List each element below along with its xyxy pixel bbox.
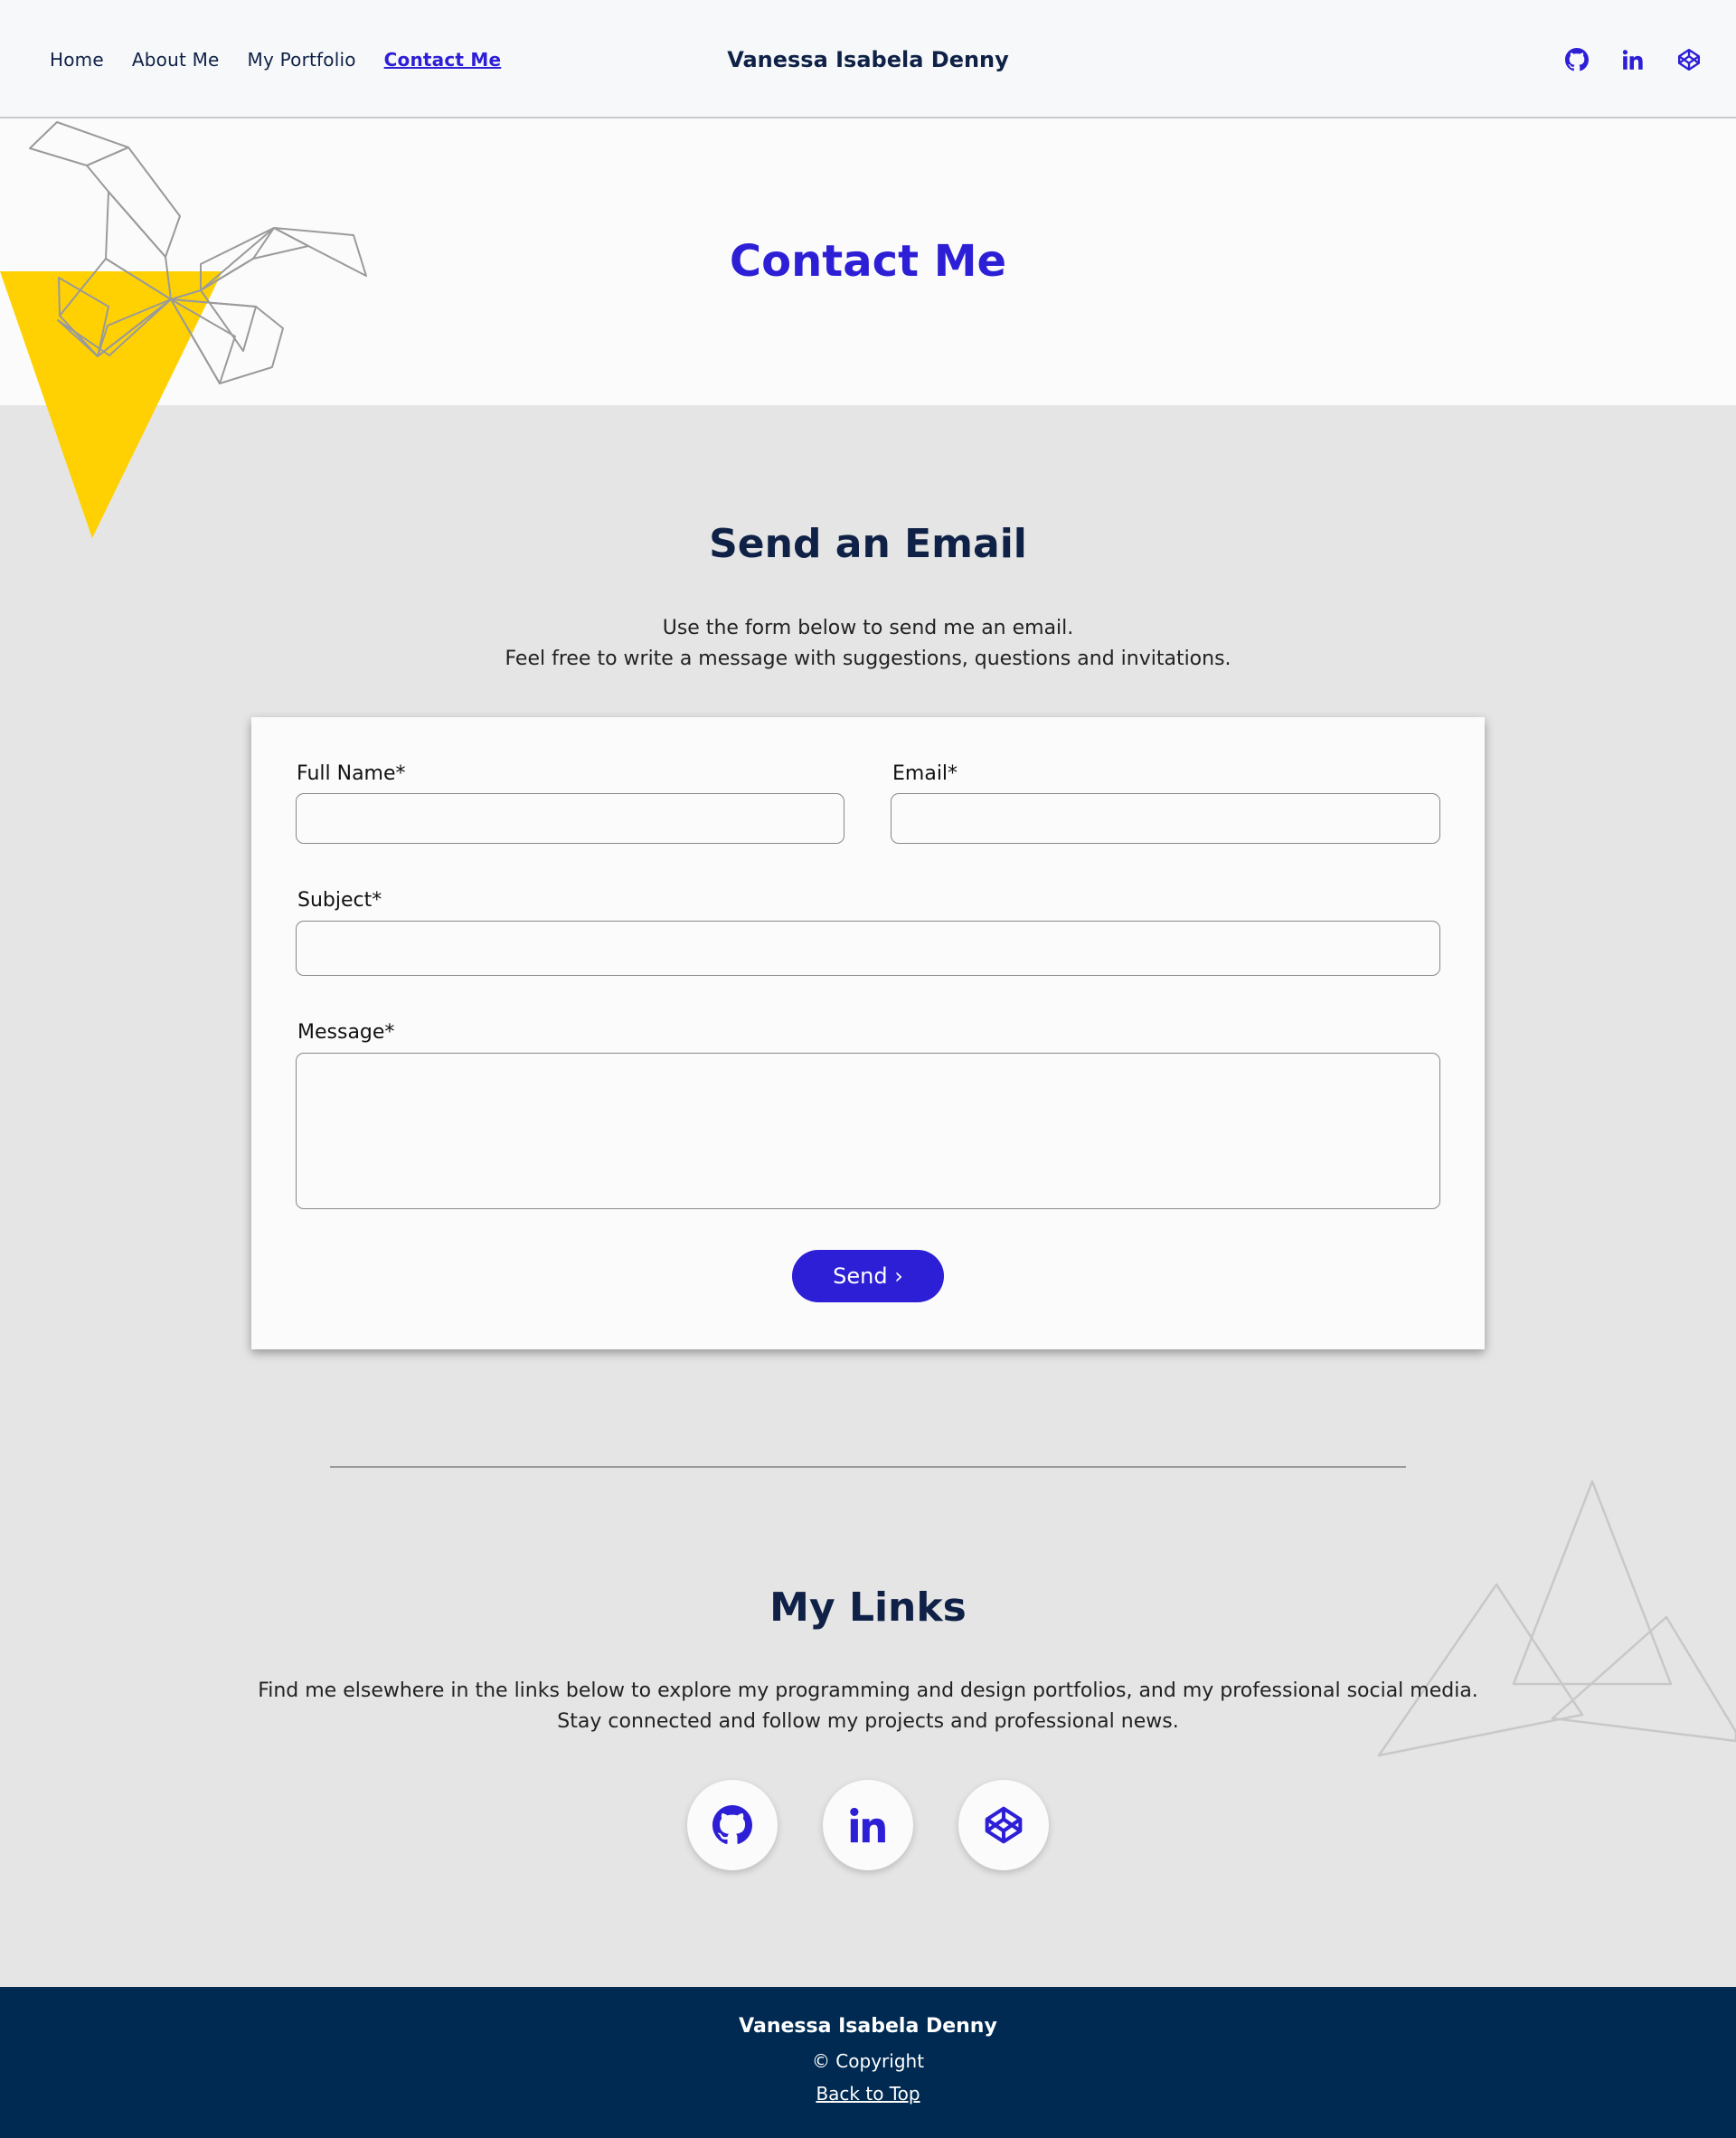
links-section-title: My Links <box>769 1585 967 1631</box>
site-footer: Vanessa Isabela Denny © Copyright Back t… <box>0 1987 1736 2138</box>
nav-portfolio-link[interactable]: My Portfolio <box>248 49 356 71</box>
footer-copyright: © Copyright <box>811 2050 925 2072</box>
email-label: Email* <box>892 762 958 785</box>
subject-input[interactable] <box>296 921 1440 976</box>
nav-contact-link[interactable]: Contact Me <box>384 49 502 71</box>
main-nav: Home About Me My Portfolio Contact Me <box>50 0 501 118</box>
codepen-icon <box>985 1806 1023 1844</box>
linkedin-link-button[interactable] <box>823 1780 913 1870</box>
contact-form: Full Name* Email* Subject* Message* Send… <box>251 717 1485 1349</box>
links-section-line2: Stay connected and follow my projects an… <box>557 1710 1179 1733</box>
github-link-button[interactable] <box>687 1780 778 1870</box>
links-section-line1: Find me elsewhere in the links below to … <box>258 1679 1478 1702</box>
message-label: Message* <box>297 1021 395 1044</box>
email-section-line1: Use the form below to send me an email. <box>662 617 1074 639</box>
geometric-decoration-left <box>0 121 367 538</box>
full-name-label: Full Name* <box>297 762 406 785</box>
email-section-title: Send an Email <box>709 521 1027 567</box>
site-header: Home About Me My Portfolio Contact Me Va… <box>0 0 1736 118</box>
linkedin-icon[interactable] <box>1620 47 1646 72</box>
back-to-top-link[interactable]: Back to Top <box>0 2083 1736 2105</box>
section-divider <box>330 1466 1406 1468</box>
linkedin-icon <box>850 1807 885 1843</box>
email-input[interactable] <box>891 793 1440 844</box>
full-name-input[interactable] <box>296 793 844 844</box>
message-textarea[interactable] <box>296 1053 1440 1209</box>
codepen-link-button[interactable] <box>958 1780 1049 1870</box>
email-section-line2: Feel free to write a message with sugges… <box>505 648 1231 670</box>
social-links <box>0 1780 1736 1870</box>
header-social-icons <box>1564 0 1702 118</box>
subject-label: Subject* <box>297 889 382 912</box>
github-icon[interactable] <box>1564 47 1590 72</box>
nav-about-link[interactable]: About Me <box>132 49 220 71</box>
send-button[interactable]: Send › <box>792 1250 944 1302</box>
footer-brand: Vanessa Isabela Denny <box>739 2015 997 2038</box>
codepen-icon[interactable] <box>1676 47 1702 72</box>
nav-home-link[interactable]: Home <box>50 49 104 71</box>
github-icon <box>712 1805 752 1844</box>
